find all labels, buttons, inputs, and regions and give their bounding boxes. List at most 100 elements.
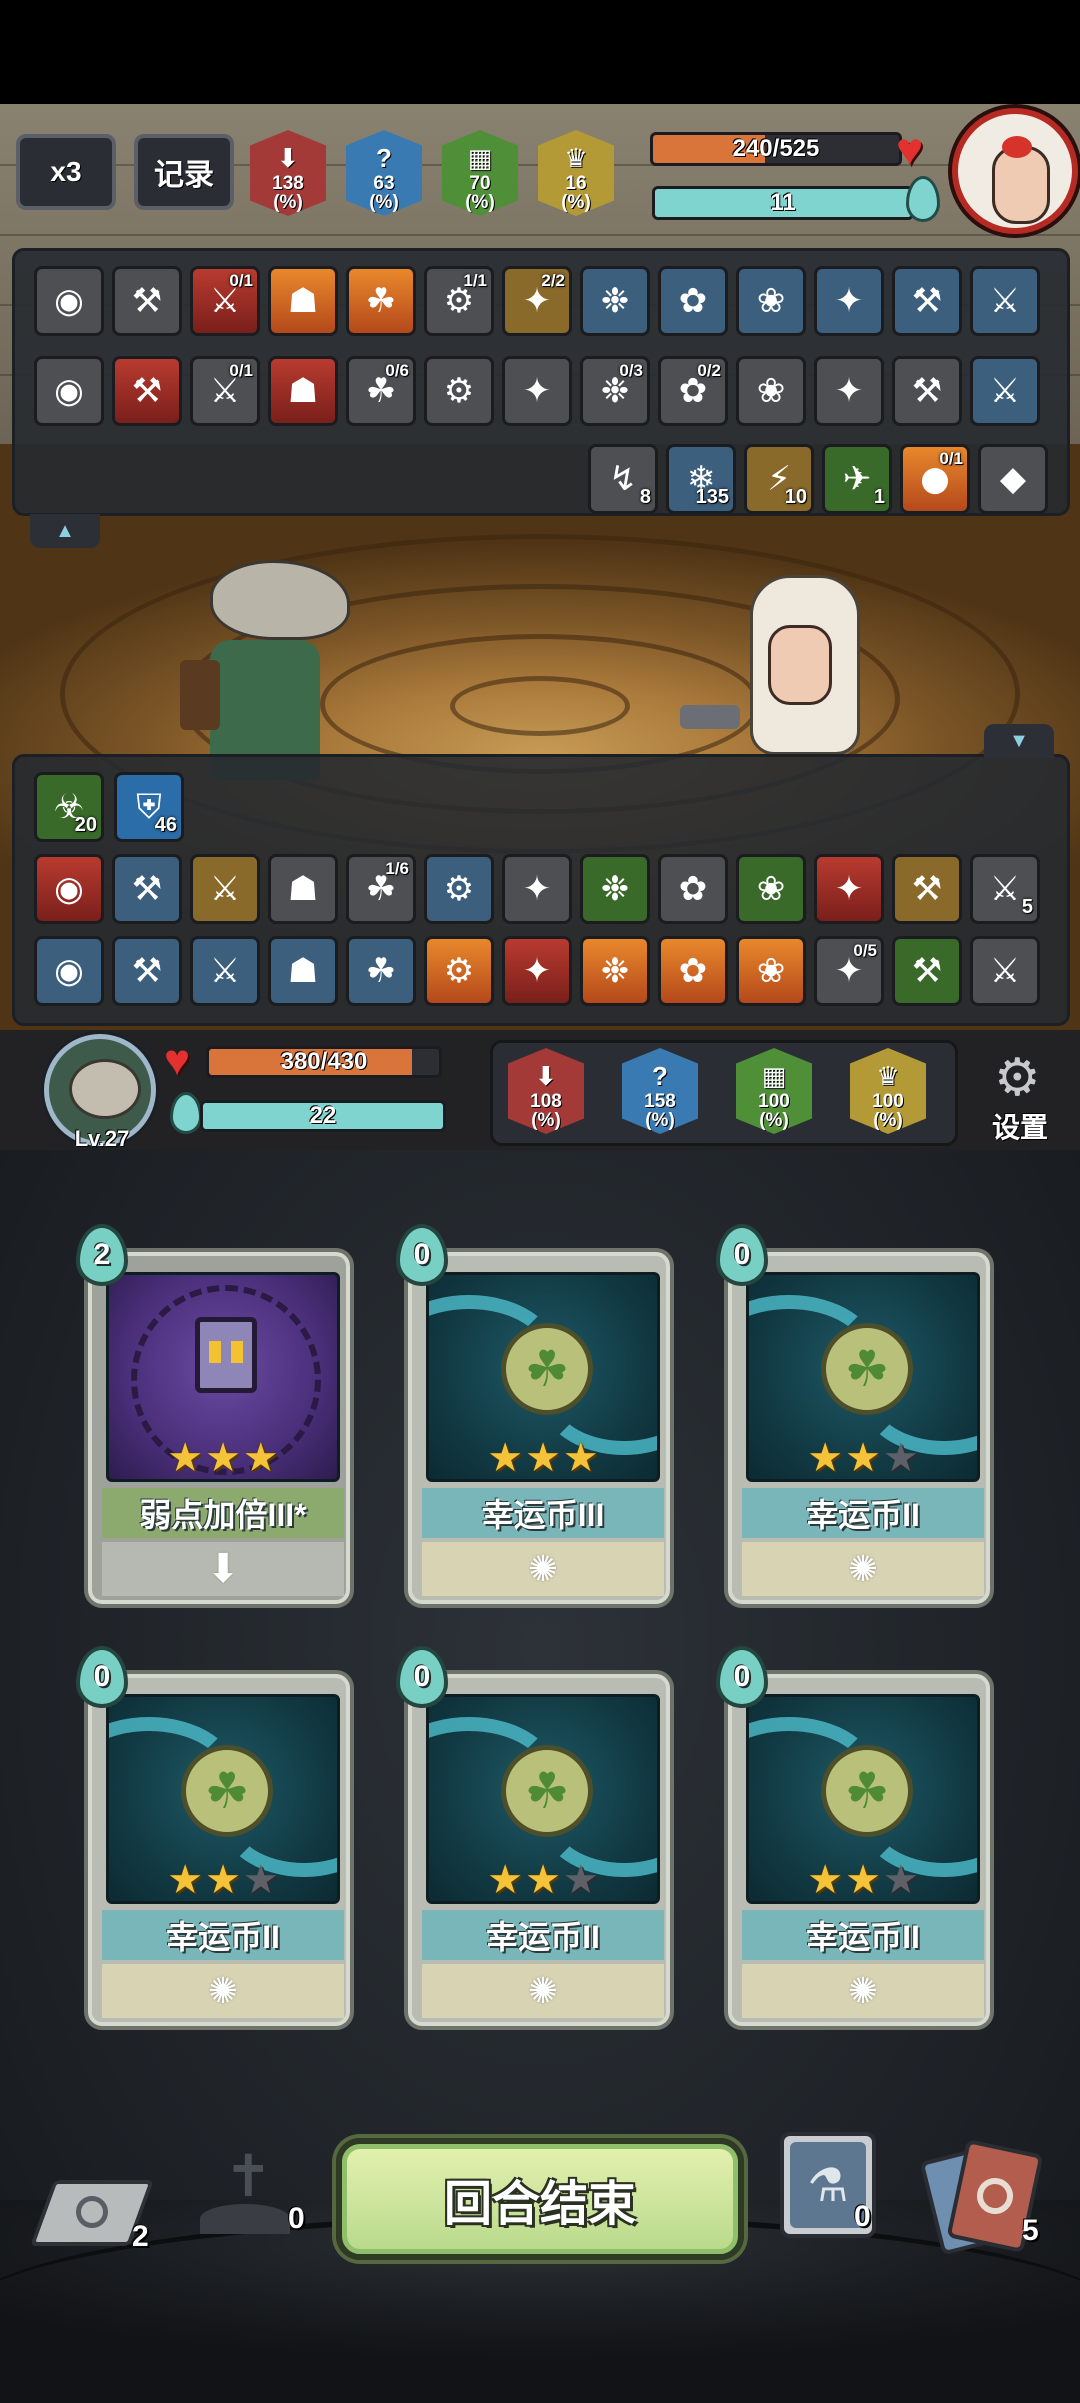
relic-slot[interactable]: ⚒ xyxy=(892,266,962,336)
relic-slot[interactable]: ⚔ 0/1 xyxy=(190,266,260,336)
relic-icon: ✿ xyxy=(678,951,708,991)
card-lucky-coin[interactable]: ☘ ★ ★ ★ 幸运币II ✺ 0 xyxy=(716,1224,994,1608)
robot-eye xyxy=(209,1341,221,1363)
relic-slot[interactable]: ◉ xyxy=(34,266,104,336)
relic-icon: ✦ xyxy=(834,281,864,321)
relic-slot[interactable]: ❀ xyxy=(736,266,806,336)
end-turn-button[interactable]: 回合结束 xyxy=(336,2138,744,2260)
relic-icon: ⚒ xyxy=(131,951,163,991)
relic-slot[interactable]: ⚒ xyxy=(112,854,182,924)
relic-slot[interactable]: ✦ 2/2 xyxy=(502,266,572,336)
card-lucky-coin[interactable]: ☘ ★ ★ ★ 幸运币II ✺ 0 xyxy=(716,1646,994,2030)
relic-slot[interactable]: ⚙ xyxy=(424,854,494,924)
relic-slot[interactable]: ⚒ xyxy=(892,356,962,426)
relic-slot[interactable]: ⚔ xyxy=(970,266,1040,336)
relic-slot[interactable]: ⚒ xyxy=(112,356,182,426)
card-lucky-coin[interactable]: ☘ ★ ★ ★ 幸运币II ✺ 0 xyxy=(396,1646,674,2030)
relic-slot[interactable]: ✦ xyxy=(502,854,572,924)
card-weakness-double[interactable]: ★ ★ ★ 弱点加倍III* ⬇ 2 xyxy=(76,1224,354,1608)
relic-slot[interactable]: ✦ 0/5 xyxy=(814,936,884,1006)
relic-slot[interactable]: ☗ xyxy=(268,854,338,924)
star-icon: ★ xyxy=(807,1436,844,1480)
relic-slot[interactable]: ❀ xyxy=(736,356,806,426)
relic-slot[interactable]: ☘ 1/6 xyxy=(346,854,416,924)
shield-buff[interactable]: ⛨ 46 xyxy=(114,772,184,842)
relic-slot[interactable]: ⚔ xyxy=(190,936,260,1006)
card-lucky-coin[interactable]: ☘ ★ ★ ★ 幸运币III ✺ 0 xyxy=(396,1224,674,1608)
relic-slot[interactable]: ✦ xyxy=(502,936,572,1006)
card-lucky-coin[interactable]: ☘ ★ ★ ★ 幸运币II ✺ 0 xyxy=(76,1646,354,2030)
relic-slot[interactable]: ❉ xyxy=(580,266,650,336)
poison-buff[interactable]: ☣ 20 xyxy=(34,772,104,842)
relic-slot[interactable]: ☗ xyxy=(268,266,338,336)
collapse-panel-button[interactable]: ▲ xyxy=(30,514,100,548)
relic-slot[interactable]: ⚙ xyxy=(424,936,494,1006)
draw-pile-count: 2 xyxy=(132,2220,149,2253)
relic-slot[interactable]: ⚒ xyxy=(112,936,182,1006)
player-character[interactable] xyxy=(150,540,380,790)
relic-slot[interactable]: ⚙ 1/1 xyxy=(424,266,494,336)
relic-slot[interactable]: ⚔ xyxy=(190,854,260,924)
draw-pile[interactable]: 2 xyxy=(29,2170,155,2260)
relic-count: 1/1 xyxy=(463,271,487,290)
relic-slot[interactable]: ❀ xyxy=(736,854,806,924)
enemy-character[interactable] xyxy=(680,545,880,785)
relic-slot[interactable]: ✦ xyxy=(814,266,884,336)
discard-pile[interactable]: 5 xyxy=(919,2138,1060,2256)
relic-slot[interactable]: ⚒ xyxy=(892,936,962,1006)
relic-slot[interactable]: ✿ xyxy=(658,854,728,924)
relic-slot[interactable]: ⚔ 0/1 xyxy=(190,356,260,426)
relic-slot[interactable]: ✦ xyxy=(814,854,884,924)
relic-slot[interactable]: ✦ xyxy=(502,356,572,426)
discard-pile-count: 5 xyxy=(1022,2214,1039,2247)
relic-slot[interactable]: ❉ xyxy=(580,854,650,924)
wing-status[interactable]: ✈ 1 xyxy=(822,444,892,514)
chicken-comb xyxy=(1002,136,1032,158)
settings-button[interactable]: ⚙ 设置 xyxy=(974,1052,1066,1148)
relic-slot[interactable]: ⚒ xyxy=(892,854,962,924)
enemy-portrait[interactable] xyxy=(952,108,1078,234)
relic-icon: ✦ xyxy=(522,951,552,991)
star-icon: ★ xyxy=(205,1858,241,1902)
relic-slot[interactable]: ⚒ xyxy=(112,266,182,336)
speed-button[interactable]: x3 xyxy=(16,134,116,210)
relic-slot[interactable]: ⚔ 5 xyxy=(970,854,1040,924)
relic-slot[interactable]: ☘ xyxy=(346,936,416,1006)
relic-slot[interactable]: ✿ xyxy=(658,266,728,336)
potion-slot[interactable]: ⚗ 0 xyxy=(780,2132,876,2238)
relic-slot[interactable]: ❉ xyxy=(580,936,650,1006)
relic-slot[interactable]: ◉ xyxy=(34,356,104,426)
relic-slot[interactable]: ⚔ xyxy=(970,936,1040,1006)
relic-icon: ⚒ xyxy=(911,281,943,321)
relic-slot[interactable]: ☘ 0/6 xyxy=(346,356,416,426)
relic-slot[interactable]: ☘ xyxy=(346,266,416,336)
bag-status[interactable]: ● 0/1 xyxy=(900,444,970,514)
grave-mound xyxy=(200,2204,290,2234)
relic-slot[interactable]: ◉ xyxy=(34,854,104,924)
lightning-status[interactable]: ⚡ 10 xyxy=(744,444,814,514)
grave-pile[interactable]: ✝ 0 xyxy=(190,2138,320,2248)
stat-badge: ▦ 100 (%) xyxy=(736,1048,812,1134)
relic-slot[interactable]: ☗ xyxy=(268,936,338,1006)
relic-slot[interactable]: ◉ xyxy=(34,936,104,1006)
stone-status[interactable]: ◆ xyxy=(978,444,1048,514)
relic-slot[interactable]: ✦ xyxy=(814,356,884,426)
relic-icon: ◉ xyxy=(54,951,84,991)
down-arrow-status[interactable]: ↯ 8 xyxy=(588,444,658,514)
relic-slot[interactable]: ⚙ xyxy=(424,356,494,426)
battle-log-button[interactable]: 记录 xyxy=(134,134,234,210)
relic-slot[interactable]: ❉ 0/3 xyxy=(580,356,650,426)
star-icon: ★ xyxy=(242,1858,279,1902)
expand-panel-button[interactable]: ▼ xyxy=(984,724,1054,758)
stat-unit: (%) xyxy=(369,192,399,213)
relic-slot[interactable]: ⚔ xyxy=(970,356,1040,426)
relic-slot[interactable]: ✿ xyxy=(658,936,728,1006)
snowflake-status[interactable]: ❄ 135 xyxy=(666,444,736,514)
relic-slot[interactable]: ❀ xyxy=(736,936,806,1006)
relic-slot[interactable]: ✿ 0/2 xyxy=(658,356,728,426)
relic-icon: ⚒ xyxy=(131,869,163,909)
stat-unit: (%) xyxy=(531,1110,561,1131)
star-rating: ★ ★ ★ xyxy=(88,1438,358,1478)
status-value: 10 xyxy=(784,486,807,508)
relic-slot[interactable]: ☗ xyxy=(268,356,338,426)
